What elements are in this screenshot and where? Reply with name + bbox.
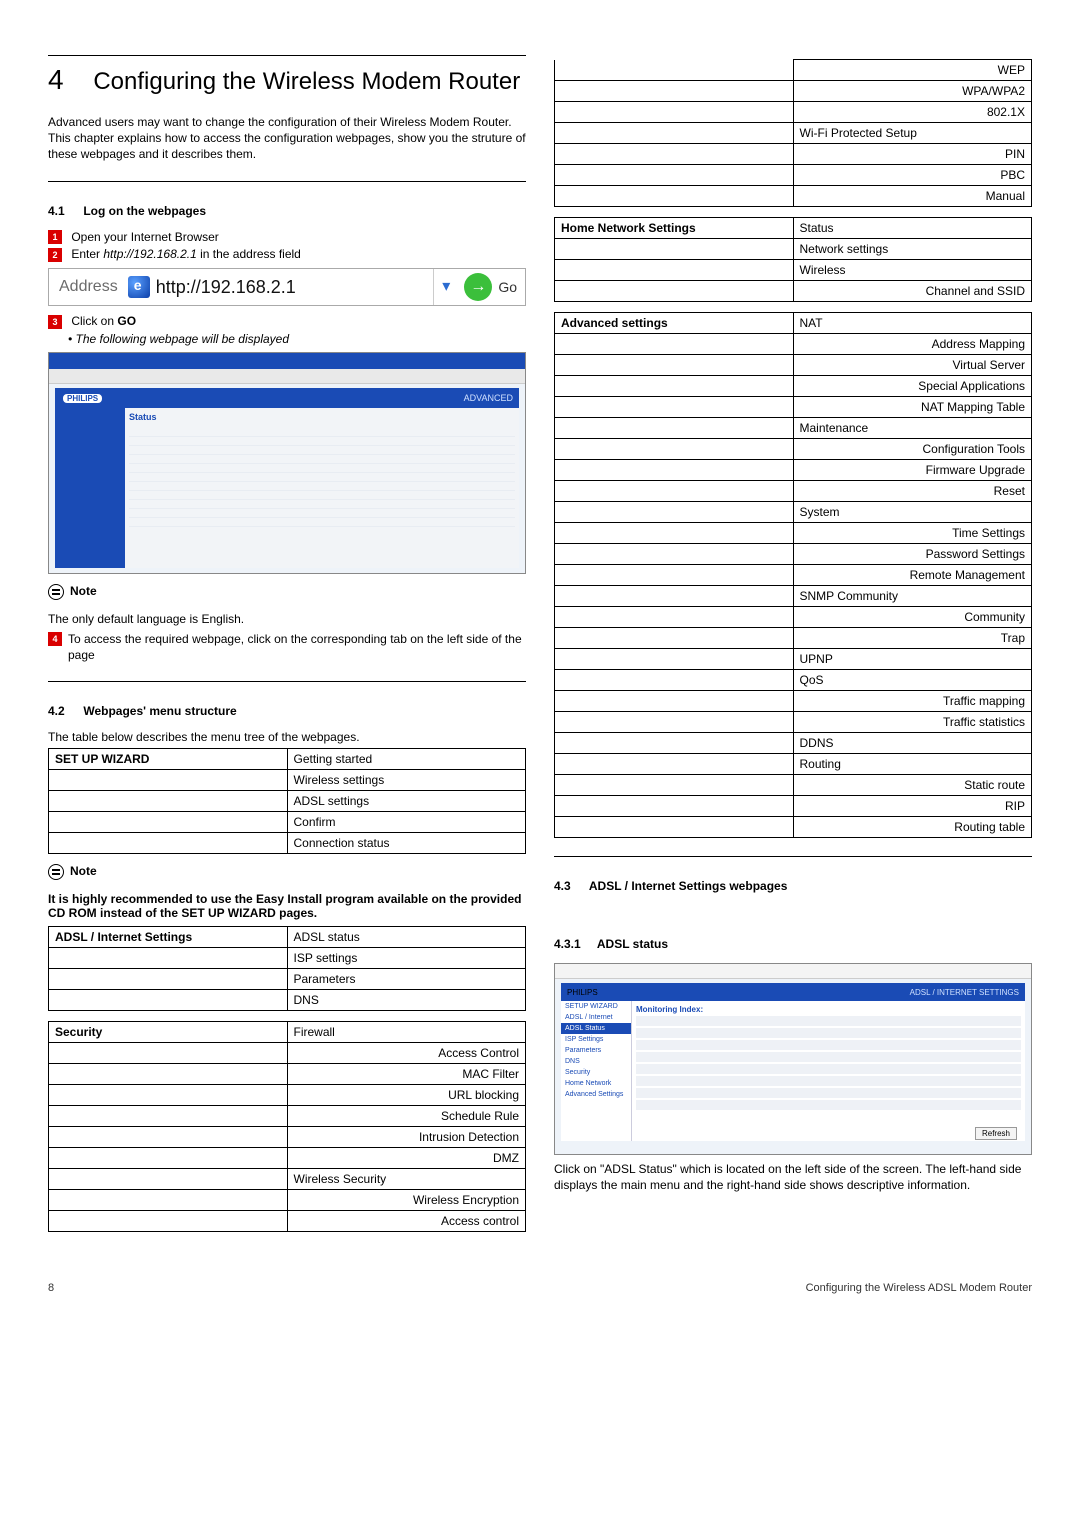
page-footer: 8 Configuring the Wireless ADSL Modem Ro… [48, 1282, 1032, 1294]
section-4-3-1-heading: 4.3.1 ADSL status [554, 937, 1032, 951]
note-body: It is highly recommended to use the Easy… [48, 892, 526, 920]
home-network-table: Home Network SettingsStatus Network sett… [554, 217, 1032, 302]
page-number: 8 [48, 1282, 54, 1294]
address-url[interactable]: http://192.168.2.1 [156, 277, 434, 298]
step-3-bullet: • The following webpage will be displaye… [48, 332, 526, 346]
step-1: 1 Open your Internet Browser [48, 230, 526, 245]
adsl-internet-table: ADSL / Internet SettingsADSL status ISP … [48, 926, 526, 1011]
adsl-status-screenshot: PHILIPS ADSL / INTERNET SETTINGS SETUP W… [554, 963, 1032, 1155]
note-heading: Note [48, 584, 526, 600]
chapter-number: 4 [48, 64, 90, 96]
set-up-wizard-table: SET UP WIZARDGetting started Wireless se… [48, 748, 526, 854]
router-status-screenshot: PHILIPS ADVANCED Status [48, 352, 526, 574]
right-column: WEP WPA/WPA2 802.1X Wi-Fi Protected Setu… [554, 55, 1032, 1242]
philips-logo: PHILIPS [61, 392, 104, 405]
section-4-2-desc: The table below describes the menu tree … [48, 730, 526, 744]
address-label: Address [49, 278, 128, 296]
section-4-3-heading: 4.3 ADSL / Internet Settings webpages [554, 879, 1032, 893]
advanced-settings-table: Advanced settingsNAT Address Mapping Vir… [554, 312, 1032, 838]
note-body: The only default language is English. [48, 612, 526, 626]
note-icon [48, 584, 64, 600]
step-3: 3 Click on GO [48, 314, 526, 329]
philips-logo: PHILIPS [567, 988, 598, 997]
step-number-box: 3 [48, 315, 62, 329]
chevron-down-icon[interactable]: ▾ [433, 269, 458, 305]
section-4-2-heading: 4.2 Webpages' menu structure [48, 704, 526, 718]
step-2: 2 Enter http://192.168.2.1 in the addres… [48, 247, 526, 262]
security-table-continued: WEP WPA/WPA2 802.1X Wi-Fi Protected Setu… [554, 59, 1032, 207]
left-column: 4 Configuring the Wireless Modem Router … [48, 55, 526, 1242]
chapter-intro: Advanced users may want to change the co… [48, 114, 526, 163]
section-4-1-heading: 4.1 Log on the webpages [48, 204, 526, 218]
step-4: 4 To access the required webpage, click … [48, 632, 526, 663]
address-bar: Address http://192.168.2.1 ▾ → Go [48, 268, 526, 306]
chapter-title: Configuring the Wireless Modem Router [93, 68, 520, 95]
refresh-button[interactable]: Refresh [975, 1127, 1017, 1140]
step-number-box: 2 [48, 248, 62, 262]
security-table: SecurityFirewall Access Control MAC Filt… [48, 1021, 526, 1232]
step-number-box: 4 [48, 632, 62, 646]
go-arrow-icon[interactable]: → [464, 273, 492, 301]
go-text[interactable]: Go [498, 279, 525, 295]
adsl-status-description: Click on "ADSL Status" which is located … [554, 1161, 1032, 1193]
footer-title: Configuring the Wireless ADSL Modem Rout… [806, 1282, 1032, 1294]
note-icon [48, 864, 64, 880]
chapter-header: 4 Configuring the Wireless Modem Router [48, 64, 526, 96]
note-heading: Note [48, 864, 526, 880]
ie-icon [128, 276, 150, 298]
step-number-box: 1 [48, 230, 62, 244]
